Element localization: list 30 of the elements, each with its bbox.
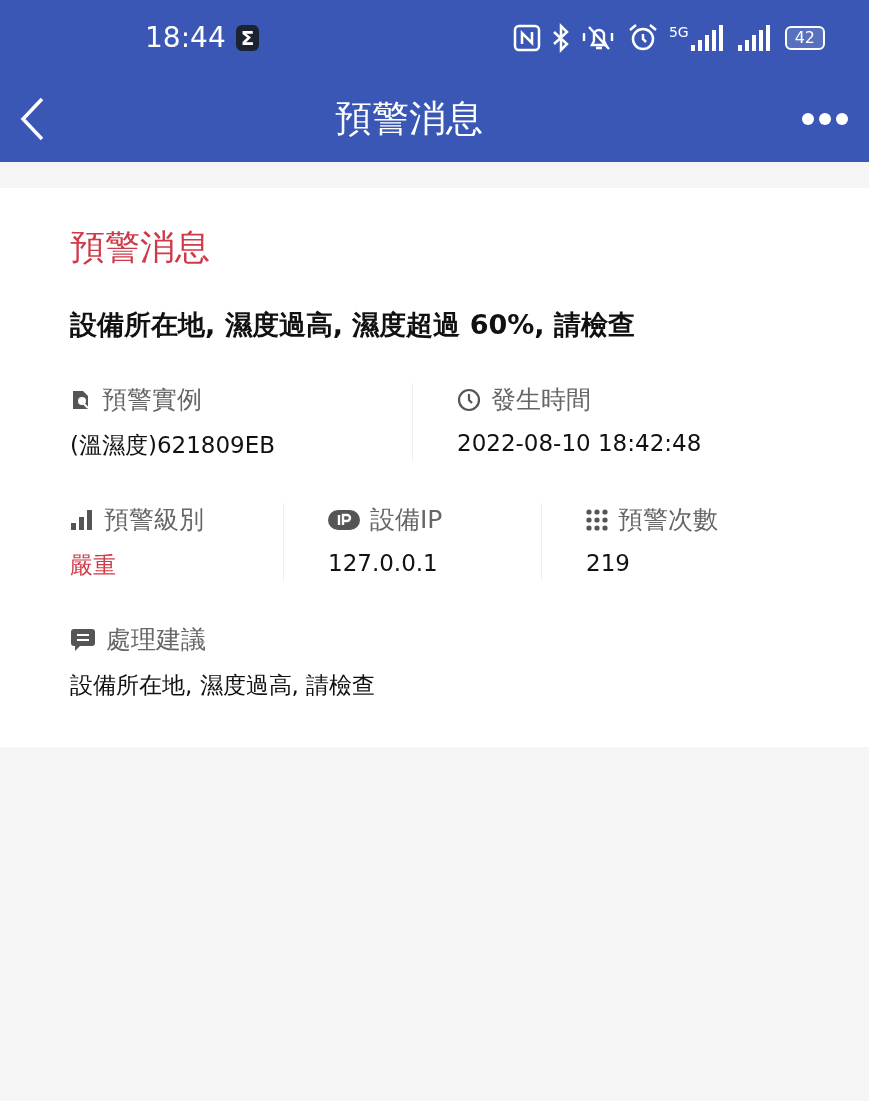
- field-label: 發生時間: [491, 384, 591, 416]
- more-button[interactable]: [801, 111, 849, 126]
- field-label: 處理建議: [106, 624, 206, 656]
- field-value: 219: [586, 550, 631, 576]
- field-value: (溫濕度)621809EB: [70, 431, 277, 460]
- field-value: 127.0.0.1: [328, 550, 439, 576]
- clock-icon: [457, 387, 481, 412]
- page-title: 預警消息: [333, 95, 484, 142]
- battery-indicator: 42: [784, 25, 825, 50]
- field-value: 嚴重: [70, 551, 117, 580]
- field-label: 預警實例: [102, 384, 202, 416]
- nfc-icon: [512, 23, 541, 52]
- comment-icon: [70, 627, 96, 652]
- field-label: 預警級別: [104, 504, 204, 536]
- network-type: 5G: [668, 24, 689, 40]
- grid-icon: [586, 508, 608, 531]
- field-label: 設備IP: [370, 504, 443, 536]
- ip-icon: [328, 509, 360, 530]
- alert-message: 設備所在地, 濕度過高, 濕度超過 60%, 請檢查: [70, 308, 636, 342]
- status-time: 18:44: [145, 21, 226, 54]
- field-label: 預警次數: [618, 504, 718, 536]
- card-title: 預警消息: [70, 226, 211, 269]
- field-value: 2022-08-10 18:42:48: [457, 430, 703, 456]
- signal-icon: [690, 24, 725, 51]
- back-button[interactable]: [20, 96, 46, 141]
- notification-badge: Σ: [235, 24, 260, 51]
- bars-icon: [70, 508, 94, 531]
- field-value: 設備所在地, 濕度過高, 請檢查: [70, 671, 377, 700]
- more-icon: [801, 111, 849, 126]
- back-icon: [20, 96, 46, 141]
